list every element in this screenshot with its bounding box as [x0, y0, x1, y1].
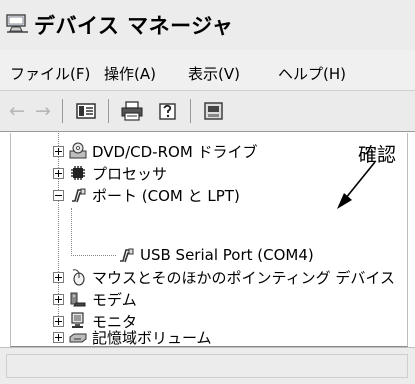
status-bar: [0, 347, 415, 384]
annotation-arrow: [337, 161, 376, 209]
device-manager-window: デバイス マネージャ ファイル(F) 操作(A) 表示(V) ヘルプ(H) ← …: [0, 0, 415, 384]
status-pane: [6, 354, 408, 378]
